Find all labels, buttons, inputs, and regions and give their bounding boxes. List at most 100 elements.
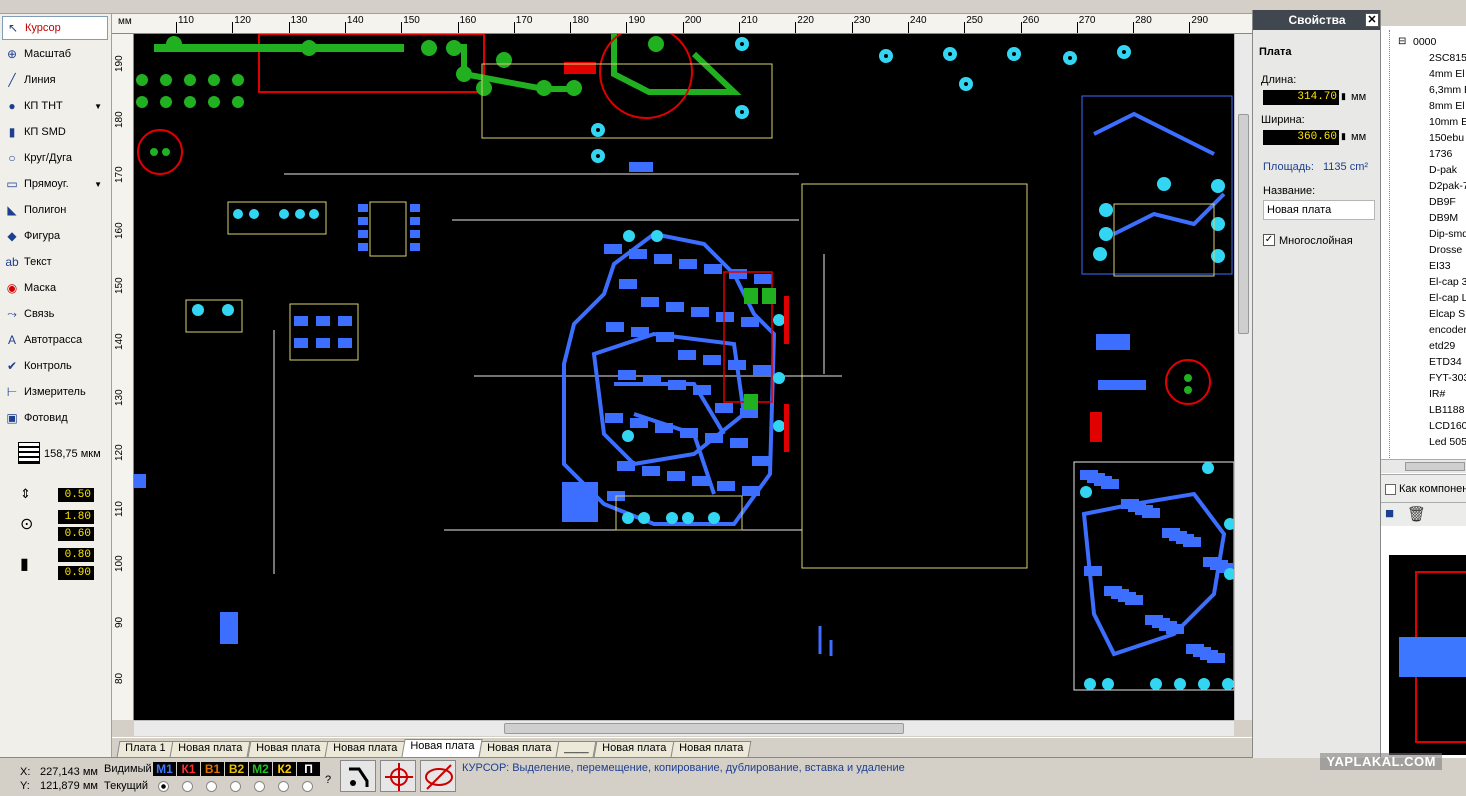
layer-toggle[interactable]: К1 <box>177 762 200 776</box>
board-tab[interactable]: Плата 1 <box>116 741 174 757</box>
layer-toggle[interactable]: В1 <box>201 762 224 776</box>
layer-toggle[interactable]: В2 <box>225 762 248 776</box>
library-item[interactable]: Dip-smd <box>1429 228 1466 240</box>
tool-connection[interactable]: ⤳ Связь <box>2 302 108 326</box>
board-tab[interactable]: Новая плата <box>401 739 483 757</box>
library-item[interactable]: El-cap L <box>1429 292 1466 304</box>
tool-polygon[interactable]: ◣ Полигон <box>2 198 108 222</box>
library-item[interactable]: 150ebu <box>1429 132 1464 144</box>
tool-tht-pad[interactable]: ● КП THT ▼ <box>2 94 108 118</box>
tool-measure[interactable]: ⊢ Измеритель <box>2 380 108 404</box>
library-item[interactable]: 8mm El <box>1429 100 1465 112</box>
tool-circle-arc[interactable]: ○ Круг/Дуга <box>2 146 108 170</box>
library-item[interactable]: El-cap 3 <box>1429 276 1466 288</box>
route-mode-button[interactable] <box>340 760 376 792</box>
library-item[interactable]: Led 505 <box>1429 436 1466 448</box>
board-tab[interactable]: ____ <box>556 741 598 757</box>
layer-toggle[interactable]: М1 <box>153 762 176 776</box>
tool-rectangle[interactable]: ▭ Прямоуг. ▼ <box>2 172 108 196</box>
pcb-canvas[interactable] <box>134 34 1234 720</box>
spin-icon[interactable]: ▮ <box>1341 131 1346 142</box>
tool-smd-pad[interactable]: ▮ КП SMD <box>2 120 108 144</box>
chevron-down-icon[interactable]: ▼ <box>94 180 102 189</box>
tool-zoom[interactable]: ⊕ Масштаб <box>2 42 108 66</box>
pcb-drawing[interactable] <box>134 34 1234 720</box>
library-item[interactable]: 10mm E <box>1429 116 1466 128</box>
layer-radio[interactable] <box>182 781 193 792</box>
tool-mask[interactable]: ◉ Маска <box>2 276 108 300</box>
width-field[interactable]: 360.60 <box>1263 130 1339 145</box>
spin-icon[interactable]: ▮ <box>1341 91 1346 102</box>
layer-toggle[interactable]: М2 <box>249 762 272 776</box>
board-tab[interactable]: Новая плата <box>170 741 252 757</box>
smd-height-field[interactable]: 0.90 <box>58 566 94 580</box>
tree-collapse-icon[interactable]: ⊟ <box>1398 36 1406 47</box>
trash-icon[interactable]: 🗑 <box>1407 505 1426 523</box>
library-item[interactable]: etd29 <box>1429 340 1455 352</box>
library-item[interactable]: DB9M <box>1429 212 1458 224</box>
length-field[interactable]: 314.70 <box>1263 90 1339 105</box>
hscroll-thumb[interactable] <box>504 723 904 734</box>
library-scroll-thumb[interactable] <box>1405 462 1465 471</box>
board-tab[interactable]: Новая плата <box>593 741 675 757</box>
board-tab[interactable]: Новая плата <box>478 741 560 757</box>
smd-width-field[interactable]: 0.80 <box>58 548 94 562</box>
library-item[interactable]: D2pak-7 <box>1429 180 1466 192</box>
layer-radio[interactable] <box>230 781 241 792</box>
tool-shape[interactable]: ◆ Фигура <box>2 224 108 248</box>
smd-pad <box>679 259 697 269</box>
library-item[interactable]: DB9F <box>1429 196 1456 208</box>
layer-radio[interactable] <box>158 781 169 792</box>
tool-cursor-arrow[interactable]: ↖ Курсор <box>2 16 108 40</box>
close-icon[interactable]: ✕ <box>1365 13 1379 27</box>
layer-radio[interactable] <box>302 781 313 792</box>
board-tab[interactable]: Новая плата <box>247 741 329 757</box>
pad-outer-field[interactable]: 1.80 <box>58 510 94 524</box>
layer-radio[interactable] <box>278 781 289 792</box>
tool-text[interactable]: ab Текст <box>2 250 108 274</box>
board-tab[interactable]: Новая плата <box>324 741 406 757</box>
library-item[interactable]: 4mm El <box>1429 68 1465 80</box>
tool-label: Круг/Дуга <box>24 152 73 164</box>
pad-inner-field[interactable]: 0.60 <box>58 527 94 541</box>
library-item[interactable]: ETD34 <box>1429 356 1462 368</box>
tool-drc-check[interactable]: ✔ Контроль <box>2 354 108 378</box>
library-item[interactable]: FYT-303 <box>1429 372 1466 384</box>
library-item[interactable]: LB1188 <box>1429 404 1464 416</box>
library-item[interactable]: Elcap S <box>1429 308 1465 320</box>
library-item[interactable]: IR# <box>1429 388 1445 400</box>
ratsnest-toggle-button[interactable] <box>420 760 456 792</box>
board-name-input[interactable]: Новая плата <box>1263 200 1375 220</box>
help-mark[interactable]: ? <box>325 774 331 786</box>
chevron-down-icon[interactable]: ▼ <box>94 102 102 111</box>
vertical-scrollbar[interactable] <box>1234 34 1252 720</box>
save-icon[interactable]: ■ <box>1385 505 1394 522</box>
library-item[interactable]: 2SC815 <box>1429 52 1466 64</box>
library-item[interactable]: 6,3mm E <box>1429 84 1466 96</box>
grid-icon[interactable] <box>18 442 40 464</box>
horizontal-scrollbar[interactable] <box>134 720 1234 736</box>
track-width-field[interactable]: 0.50 <box>58 488 94 502</box>
library-item[interactable]: Drosse <box>1429 244 1462 256</box>
library-item[interactable]: LCD160 <box>1429 420 1466 432</box>
layer-toggle[interactable]: К2 <box>273 762 296 776</box>
board-tab[interactable]: Новая плата <box>670 741 752 757</box>
layer-radio[interactable] <box>254 781 265 792</box>
library-hscrollbar[interactable] <box>1381 459 1466 473</box>
multilayer-checkbox[interactable]: ✓ <box>1263 234 1275 246</box>
layer-toggle[interactable]: П <box>297 762 320 776</box>
snap-target-button[interactable] <box>380 760 416 792</box>
as-component-checkbox[interactable] <box>1385 484 1396 495</box>
tool-line[interactable]: ╱ Линия <box>2 68 108 92</box>
library-item[interactable]: encoder <box>1429 324 1466 336</box>
library-item[interactable]: D-pak <box>1429 164 1457 176</box>
library-item[interactable]: EI33 <box>1429 260 1451 272</box>
grid-value[interactable]: 158,75 мкм <box>44 448 101 460</box>
library-item[interactable]: 1736 <box>1429 148 1452 160</box>
length-unit: мм <box>1351 91 1367 103</box>
vscroll-thumb[interactable] <box>1238 114 1249 334</box>
layer-radio[interactable] <box>206 781 217 792</box>
tool-autoroute[interactable]: A Автотрасса <box>2 328 108 352</box>
tool-photoview[interactable]: ▣ Фотовид <box>2 406 108 430</box>
tree-root[interactable]: 0000 <box>1413 36 1436 48</box>
